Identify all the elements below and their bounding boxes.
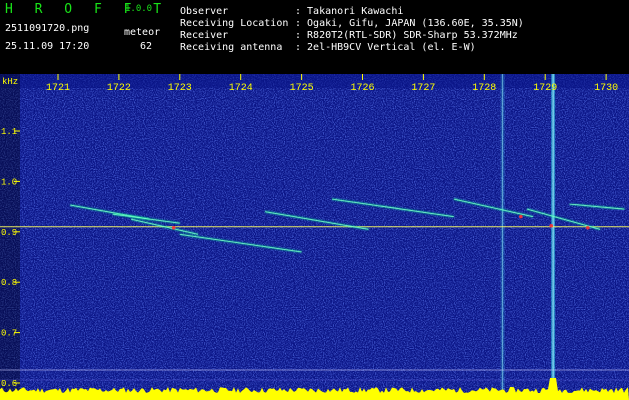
hot-spot [549,223,554,228]
x-tick-label: 1721 [46,83,70,94]
receiver-label: Receiver [180,30,229,41]
spectrogram-speckle [0,74,629,400]
observer-value: : Takanori Kawachi [295,6,404,17]
x-tick-label: 1723 [168,83,192,94]
y-tick-label: 0.9 [1,228,17,238]
observer-label: Observer [180,6,229,17]
y-axis-unit-label: kHz [2,77,18,87]
x-tick-label: 1724 [229,83,253,94]
hot-spot [586,225,590,230]
x-tick-label: 1722 [107,83,131,94]
meteor-label: meteor [124,27,161,38]
spectrogram-chart: 1721 1722 1723 1724 1725 1726 1727 1728 1729 1730… [0,74,629,400]
y-tick-label: 0.7 [1,329,17,339]
x-tick-label: 1729 [533,83,557,94]
filename-label: 2511091720.png [5,23,90,34]
x-tick-label: 1725 [290,83,314,94]
location-value: : Ogaki, Gifu, JAPAN (136.60E, 35.35N) [295,18,524,29]
x-tick-label: 1730 [594,83,618,94]
receiver-value: : R820T2(RTL-SDR) SDR-Sharp 53.372MHz [295,30,518,41]
header-panel: H R O F F T 1.0.0 2511091720.png 25.11.0… [0,0,629,74]
x-tick-label: 1728 [472,83,496,94]
antenna-label: Receiving antenna [180,42,283,53]
antenna-value: : 2el-HB9CV Vertical (el. E-W) [295,42,476,53]
hot-spot [171,225,176,230]
meteor-count: 62 [140,41,153,52]
datetime-label: 25.11.09 17:20 [5,41,90,52]
x-tick-label: 1727 [411,83,435,94]
hot-spot [519,214,523,219]
x-tick-label: 1726 [350,83,374,94]
app-version: 1.0.0 [125,4,153,14]
y-tick-label: 1.0 [1,177,17,187]
y-tick-label: 0.6 [1,379,17,389]
location-label: Receiving Location [180,18,289,29]
y-tick-label: 1.1 [1,127,17,137]
y-tick-label: 0.8 [1,278,17,288]
